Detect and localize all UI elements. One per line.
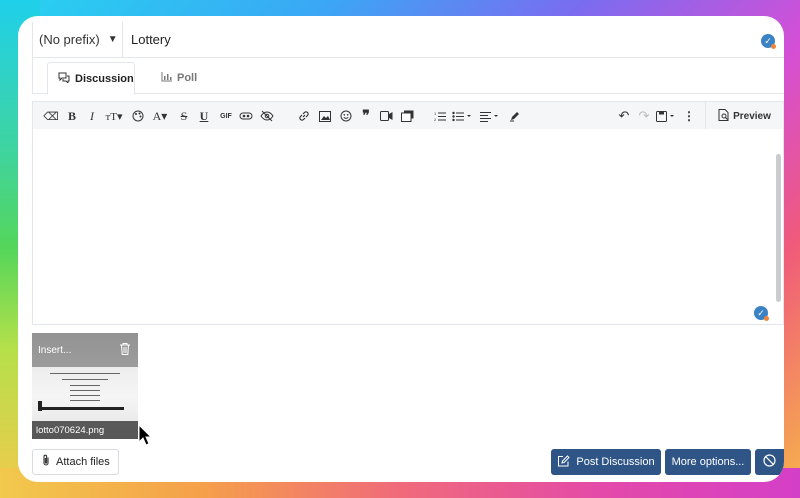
post-discussion-label: Post Discussion: [576, 456, 655, 468]
gallery-icon[interactable]: [399, 102, 415, 130]
tab-discussion[interactable]: Discussion: [47, 62, 135, 95]
preview-icon: [718, 108, 729, 124]
palette-icon[interactable]: [130, 102, 146, 130]
gif-icon[interactable]: GIF: [216, 102, 236, 130]
drafts-icon[interactable]: [655, 102, 677, 130]
editor-grammar-check-icon[interactable]: ✓: [754, 306, 769, 321]
editor-tabs: Discussion Poll: [32, 58, 784, 95]
text-size-icon[interactable]: тT▾: [103, 102, 125, 130]
attachment-insert-link[interactable]: Insert...: [38, 345, 71, 356]
more-options-label: More options...: [671, 456, 745, 468]
quote-icon[interactable]: ❞: [358, 102, 374, 130]
preview-label: Preview: [733, 110, 771, 122]
editor-toolbar: ⌫ B I тT▾ A▾ S U GIF ❞ 1 2 ↶ ↷ ⋮ Preview: [32, 101, 784, 130]
edit-icon: [557, 454, 571, 470]
thread-title-row: (No prefix) ▼: [32, 22, 784, 58]
highlighter-icon[interactable]: [507, 102, 523, 130]
more-options-icon[interactable]: ⋮: [681, 102, 697, 130]
post-thread-panel: (No prefix) ▼ ✓ Discussion Poll ⌫ B I тT…: [18, 16, 784, 482]
cancel-button[interactable]: [755, 449, 784, 475]
mouse-pointer-icon: [138, 423, 153, 449]
bold-icon[interactable]: B: [64, 102, 80, 130]
more-options-button[interactable]: More options...: [665, 449, 751, 475]
unordered-list-icon[interactable]: [451, 102, 473, 130]
attach-files-button[interactable]: Attach files: [32, 449, 119, 475]
inline-spoiler-icon[interactable]: [238, 102, 254, 130]
tab-poll-label: Poll: [177, 72, 198, 84]
preview-button[interactable]: Preview: [705, 102, 783, 130]
thread-title-input[interactable]: [123, 22, 784, 57]
poll-icon: [161, 71, 172, 85]
align-icon[interactable]: [479, 102, 501, 130]
font-family-icon[interactable]: A▾: [149, 102, 171, 130]
underline-icon[interactable]: U: [196, 102, 212, 130]
redo-icon: ↷: [638, 108, 650, 123]
paperclip-icon: [41, 454, 51, 470]
prefix-label: (No prefix): [39, 32, 100, 47]
attach-files-label: Attach files: [56, 456, 110, 468]
strikethrough-icon[interactable]: S: [176, 102, 192, 130]
ordered-list-icon[interactable]: 12: [432, 102, 448, 130]
undo-icon[interactable]: ↶: [616, 102, 632, 130]
italic-icon[interactable]: I: [84, 102, 100, 130]
cancel-icon: [763, 454, 776, 470]
image-icon[interactable]: [317, 102, 333, 130]
grammar-check-icon[interactable]: ✓: [761, 34, 776, 49]
svg-text:2: 2: [434, 117, 437, 122]
caret-down-icon: ▼: [107, 34, 118, 45]
emoji-icon[interactable]: [338, 102, 354, 130]
media-icon[interactable]: [378, 102, 394, 130]
editor-scrollbar[interactable]: [776, 154, 781, 302]
link-icon[interactable]: [296, 102, 312, 130]
hide-content-icon[interactable]: [259, 102, 275, 130]
svg-text:1: 1: [434, 111, 437, 116]
tab-discussion-label: Discussion: [75, 72, 134, 85]
post-discussion-button[interactable]: Post Discussion: [551, 449, 661, 475]
eraser-icon[interactable]: ⌫: [43, 102, 59, 130]
attachment-thumbnail[interactable]: Insert... lotto070624.png: [32, 333, 138, 439]
prefix-select[interactable]: (No prefix) ▼: [33, 22, 123, 57]
message-editor[interactable]: [32, 129, 784, 325]
discussion-icon: [58, 72, 70, 86]
tab-poll[interactable]: Poll: [151, 62, 207, 94]
attachment-filename: lotto070624.png: [32, 421, 138, 439]
trash-icon[interactable]: [120, 343, 130, 358]
